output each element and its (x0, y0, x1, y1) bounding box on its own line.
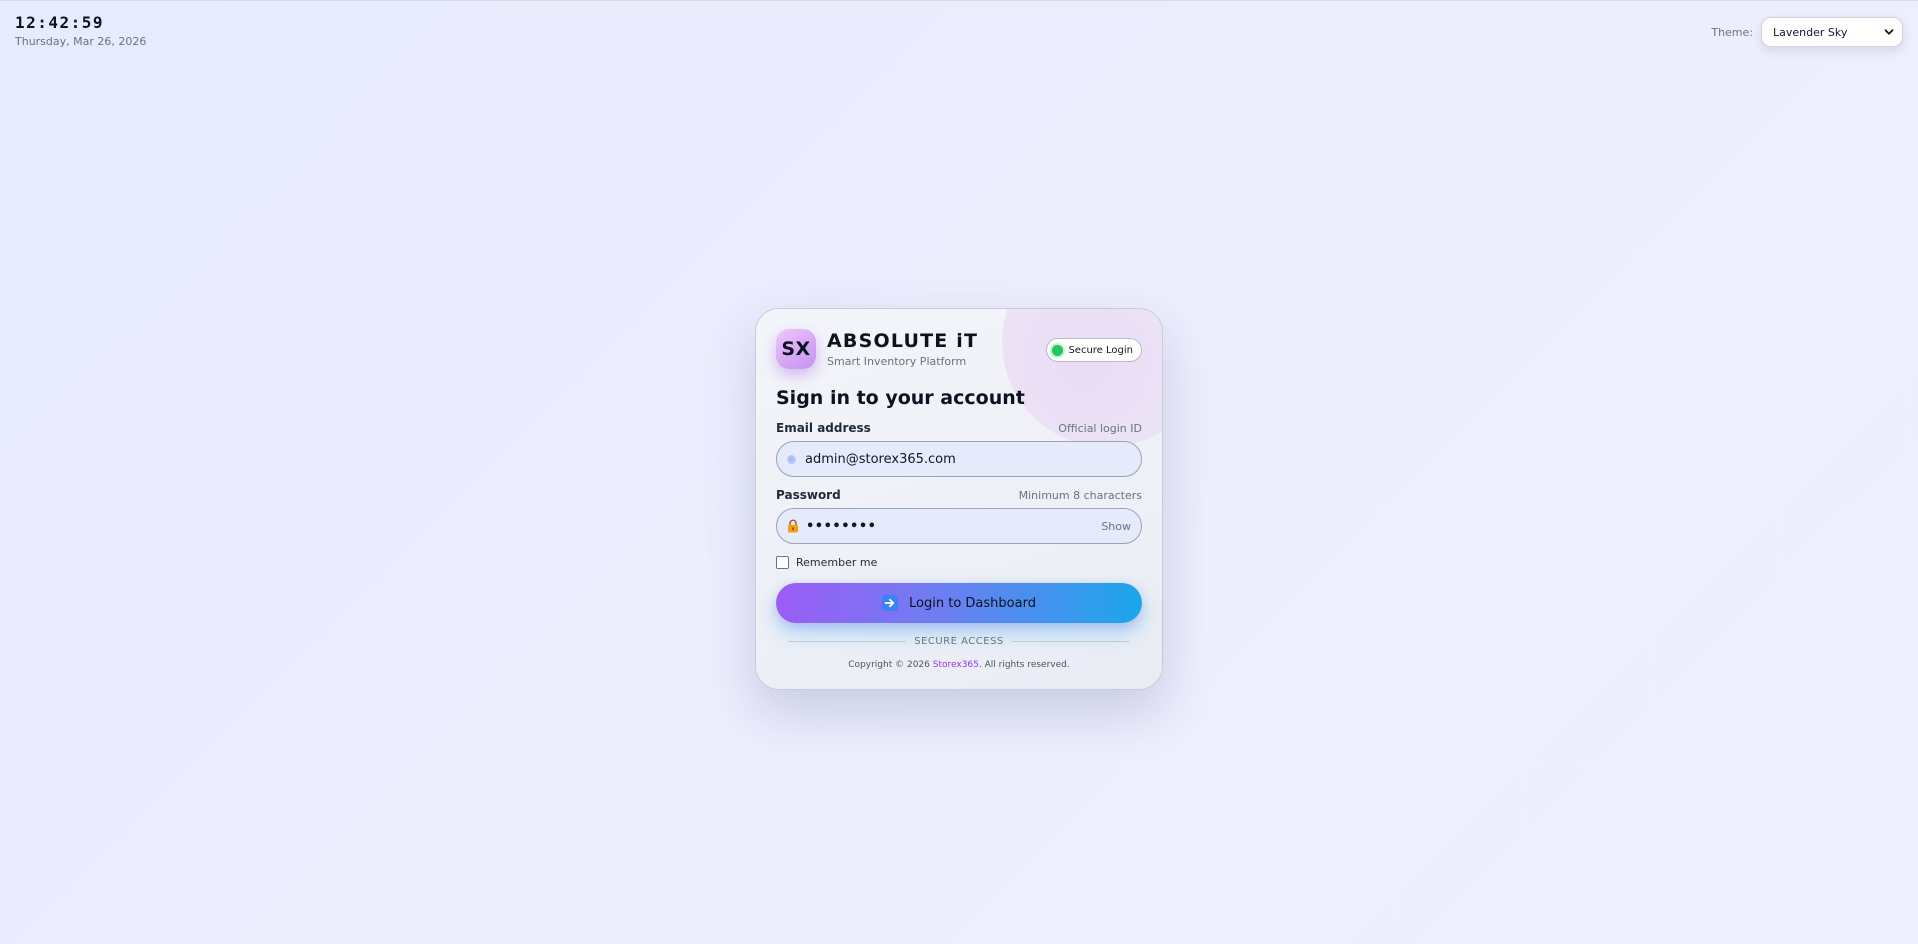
theme-select[interactable]: Lavender Sky (1761, 17, 1903, 47)
password-hint: Minimum 8 characters (1018, 489, 1142, 502)
secure-login-badge: Secure Login (1046, 338, 1142, 362)
status-dot-icon (1052, 344, 1064, 356)
brand-link[interactable]: Storex365 (933, 660, 979, 670)
divider-line-left (788, 641, 907, 642)
secure-login-label: Secure Login (1068, 344, 1133, 356)
password-label-row: Password Minimum 8 characters (776, 488, 1142, 502)
password-label: Password (776, 488, 841, 502)
email-label: Email address (776, 421, 871, 435)
copyright-prefix: Copyright © 2026 (848, 660, 933, 670)
email-label-row: Email address Official login ID (776, 421, 1142, 435)
brand-logo: SX (776, 329, 816, 369)
email-hint: Official login ID (1058, 422, 1142, 435)
clock-time: 12:42:59 (15, 13, 105, 32)
remember-me-checkbox[interactable] (776, 556, 789, 569)
email-dot-icon (787, 454, 796, 464)
login-button-label: Login to Dashboard (909, 595, 1036, 611)
theme-label: Theme: (1711, 25, 1753, 39)
remember-me-label[interactable]: Remember me (796, 556, 877, 569)
brand-title: ABSOLUTE iT (827, 330, 979, 352)
copyright-text: Copyright © 2026 Storex365. All rights r… (776, 660, 1142, 670)
lock-icon (787, 519, 799, 533)
clock-date: Thursday, Mar 26, 2026 (15, 35, 147, 48)
divider-line-right (1011, 641, 1130, 642)
theme-switcher: Theme: Lavender Sky (1711, 17, 1903, 47)
clock-widget: 12:42:59 Thursday, Mar 26, 2026 (15, 13, 146, 48)
password-field[interactable]: •••••••• Show (776, 508, 1142, 544)
secure-access-divider: SECURE ACCESS (788, 636, 1130, 647)
divider-text: SECURE ACCESS (914, 636, 1004, 647)
theme-selected-value: Lavender Sky (1773, 25, 1848, 39)
remember-me-row: Remember me (776, 556, 877, 569)
password-value: •••••••• (806, 518, 877, 534)
email-value: admin@storex365.com (805, 451, 956, 467)
arrow-right-icon (882, 595, 899, 611)
login-button[interactable]: Login to Dashboard (776, 583, 1142, 623)
show-password-button[interactable]: Show (1101, 520, 1131, 533)
page-title: Sign in to your account (776, 387, 1025, 409)
email-field[interactable]: admin@storex365.com (776, 441, 1142, 477)
brand-header: SX ABSOLUTE iT Smart Inventory Platform (776, 329, 978, 369)
login-card: SX ABSOLUTE iT Smart Inventory Platform … (755, 308, 1163, 690)
chevron-down-icon (1884, 27, 1894, 37)
brand-subtitle: Smart Inventory Platform (827, 355, 967, 368)
copyright-suffix: . All rights reserved. (978, 660, 1070, 670)
